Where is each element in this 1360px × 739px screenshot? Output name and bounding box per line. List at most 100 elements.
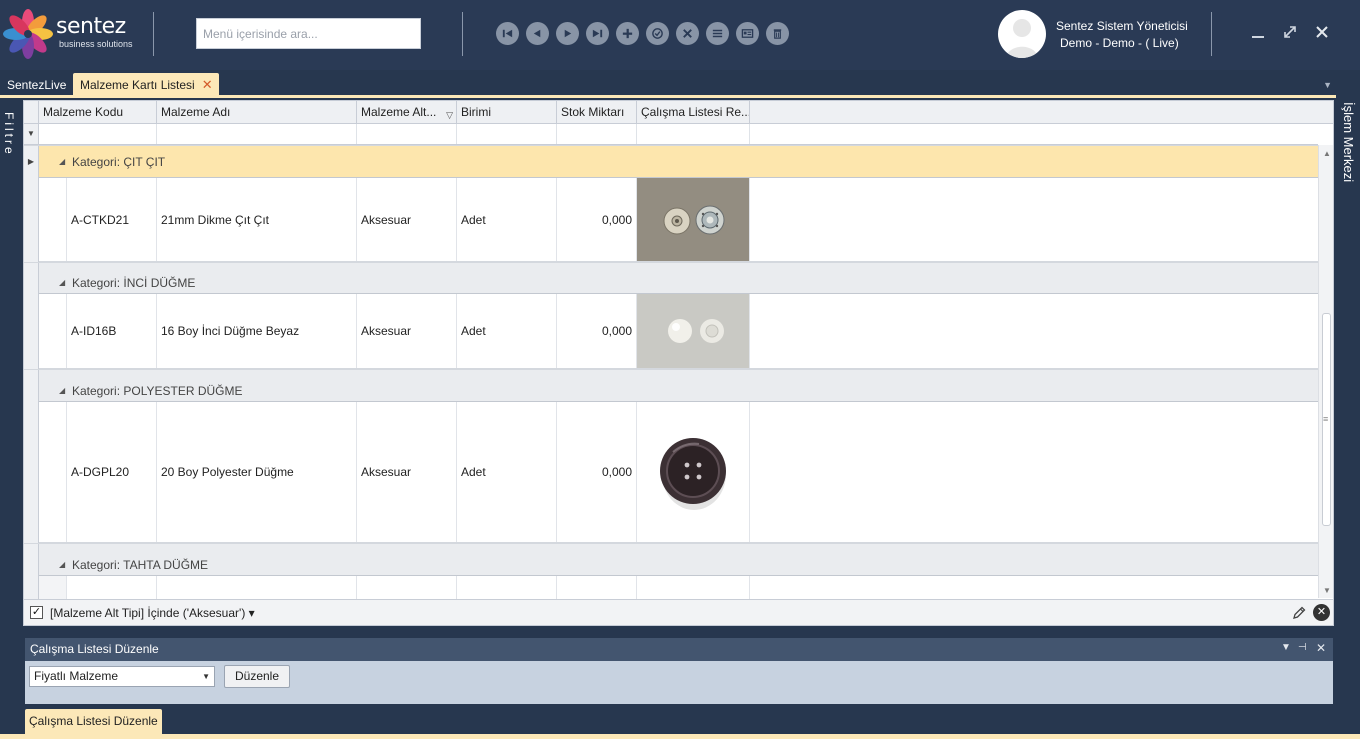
pencil-icon	[1293, 606, 1306, 619]
filter-cell-worklist[interactable]	[637, 124, 750, 144]
cell-stock[interactable]: 0,000	[557, 294, 637, 368]
tab-malzeme-karti-listesi[interactable]: Malzeme Kartı Listesi ✕	[73, 73, 219, 97]
user-name: Sentez Sistem Yöneticisi	[1056, 19, 1188, 33]
cell-name[interactable]: 20 Boy Polyester Düğme	[157, 402, 357, 542]
auto-filter-row[interactable]: ▼	[24, 124, 1318, 145]
tab-sentezlive[interactable]: SentezLive	[0, 73, 73, 97]
tab-label: Malzeme Kartı Listesi	[80, 78, 195, 92]
collapse-icon[interactable]: ◢	[59, 157, 65, 166]
column-header-name[interactable]: Malzeme Adı	[157, 101, 357, 124]
scroll-up-icon[interactable]: ▲	[1323, 149, 1331, 158]
group-row[interactable]: ◢ Kategori: TAHTA DÜĞME	[24, 543, 1318, 577]
edit-button[interactable]: Düzenle	[224, 665, 290, 688]
cell-image[interactable]	[637, 576, 750, 599]
grid-header: Malzeme Kodu Malzeme Adı Malzeme Alt... …	[24, 101, 1333, 124]
active-filter-bar: ✓ [Malzeme Alt Tipi] İçinde ('Aksesuar')…	[24, 599, 1333, 625]
scroll-grip-icon: ≡	[1323, 414, 1329, 424]
card-view-button[interactable]	[736, 22, 759, 45]
filter-enabled-checkbox[interactable]: ✓	[30, 606, 43, 619]
add-button[interactable]	[616, 22, 639, 45]
panel-title: Çalışma Listesi Düzenle	[30, 642, 159, 656]
column-header-code[interactable]: Malzeme Kodu	[39, 101, 157, 124]
header-divider	[462, 12, 463, 56]
collapse-icon[interactable]: ◢	[59, 386, 65, 395]
pearl-button-image[interactable]	[637, 294, 750, 368]
material-grid: Malzeme Kodu Malzeme Adı Malzeme Alt... …	[23, 100, 1334, 626]
collapse-icon[interactable]: ◢	[59, 278, 65, 287]
cell-unit[interactable]: Adet	[457, 402, 557, 542]
cell-name[interactable]: 16 Boy İnci Düğme Beyaz	[157, 294, 357, 368]
first-record-button[interactable]	[496, 22, 519, 45]
edit-filter-button[interactable]	[1291, 605, 1307, 624]
scroll-down-icon[interactable]: ▼	[1323, 586, 1331, 595]
previous-record-button[interactable]	[526, 22, 549, 45]
polyester-button-image[interactable]	[637, 402, 750, 542]
cell-stock[interactable]	[557, 576, 637, 599]
vertical-scrollbar[interactable]: ▲ ≡ ▼	[1318, 145, 1333, 598]
cell-subtype[interactable]: Aksesuar	[357, 178, 457, 261]
panel-title-bar: Çalışma Listesi Düzenle ▼ ⊣ ✕	[25, 638, 1333, 661]
user-silhouette-icon	[1006, 19, 1038, 58]
tabs-dropdown-icon[interactable]: ▼	[1323, 80, 1332, 90]
cell-code[interactable]: A-CTKD21	[67, 178, 157, 261]
group-row[interactable]: ◢ Kategori: İNCİ DÜĞME	[24, 262, 1318, 295]
cell-code[interactable]: A-ID16B	[67, 294, 157, 368]
maximize-button[interactable]	[1278, 20, 1302, 44]
cell-subtype[interactable]: Aksesuar	[357, 294, 457, 368]
worklist-select[interactable]: Fiyatlı Malzeme ▼	[29, 666, 215, 687]
filter-side-label: Filtre	[2, 112, 16, 157]
operation-center-panel[interactable]: İşlem Merkezi	[1338, 98, 1360, 298]
column-header-worklist[interactable]: Çalışma Listesi Re...	[637, 101, 750, 124]
cell-unit[interactable]: Adet	[457, 294, 557, 368]
panel-menu-icon[interactable]: ▼	[1281, 642, 1291, 653]
column-header-unit[interactable]: Birimi	[457, 101, 557, 124]
cell-code[interactable]	[67, 576, 157, 599]
snap-button-photo	[637, 178, 749, 261]
panel-pin-icon[interactable]: ⊣	[1298, 642, 1307, 653]
cell-subtype[interactable]: Aksesuar	[357, 402, 457, 542]
table-row[interactable]	[24, 576, 1318, 599]
cell-name[interactable]	[157, 576, 357, 599]
collapse-icon[interactable]: ◢	[59, 560, 65, 569]
list-button[interactable]	[706, 22, 729, 45]
filter-side-panel[interactable]: Filtre	[0, 100, 22, 626]
table-row[interactable]: A-CTKD21 21mm Dikme Çıt Çıt Aksesuar Ade…	[24, 178, 1318, 262]
filter-cell-code[interactable]	[39, 124, 157, 144]
table-row[interactable]: A-ID16B 16 Boy İnci Düğme Beyaz Aksesuar…	[24, 294, 1318, 369]
cell-subtype[interactable]	[357, 576, 457, 599]
table-row[interactable]: A-DGPL20 20 Boy Polyester Düğme Aksesuar…	[24, 402, 1318, 543]
group-label: Kategori: İNCİ DÜĞME	[72, 276, 196, 290]
filter-expression[interactable]: [Malzeme Alt Tipi] İçinde ('Aksesuar') ▾	[50, 606, 255, 620]
panel-close-icon[interactable]: ✕	[1316, 641, 1326, 655]
cell-stock[interactable]: 0,000	[557, 402, 637, 542]
column-header-stock[interactable]: Stok Miktarı	[557, 101, 637, 124]
snap-button-image[interactable]	[637, 178, 750, 261]
tab-close-icon[interactable]: ✕	[202, 73, 213, 97]
cell-code[interactable]: A-DGPL20	[67, 402, 157, 542]
cell-unit[interactable]	[457, 576, 557, 599]
menu-search-input[interactable]	[196, 18, 421, 49]
minimize-button[interactable]	[1246, 20, 1270, 44]
tab-worklist-edit[interactable]: Çalışma Listesi Düzenle	[25, 709, 162, 734]
close-window-button[interactable]	[1310, 20, 1334, 44]
delete-button[interactable]	[766, 22, 789, 45]
cancel-button[interactable]	[676, 22, 699, 45]
user-avatar[interactable]	[998, 10, 1046, 58]
approve-button[interactable]	[646, 22, 669, 45]
filter-cell-subtype[interactable]	[357, 124, 457, 144]
scrollbar-thumb[interactable]: ≡	[1322, 313, 1331, 526]
filter-cell-name[interactable]	[157, 124, 357, 144]
cell-name[interactable]: 21mm Dikme Çıt Çıt	[157, 178, 357, 261]
last-record-button[interactable]	[586, 22, 609, 45]
column-filter-icon[interactable]: ▽	[446, 104, 453, 124]
filter-cell-stock[interactable]	[557, 124, 637, 144]
pearl-button-photo	[637, 294, 749, 368]
next-record-button[interactable]	[556, 22, 579, 45]
group-row[interactable]: ▶ ◢ Kategori: ÇIT ÇIT	[24, 145, 1318, 179]
filter-cell-unit[interactable]	[457, 124, 557, 144]
clear-filter-icon[interactable]: ✕	[1313, 604, 1330, 621]
column-header-subtype[interactable]: Malzeme Alt... ▽	[357, 101, 457, 124]
cell-stock[interactable]: 0,000	[557, 178, 637, 261]
cell-unit[interactable]: Adet	[457, 178, 557, 261]
group-row[interactable]: ◢ Kategori: POLYESTER DÜĞME	[24, 369, 1318, 403]
